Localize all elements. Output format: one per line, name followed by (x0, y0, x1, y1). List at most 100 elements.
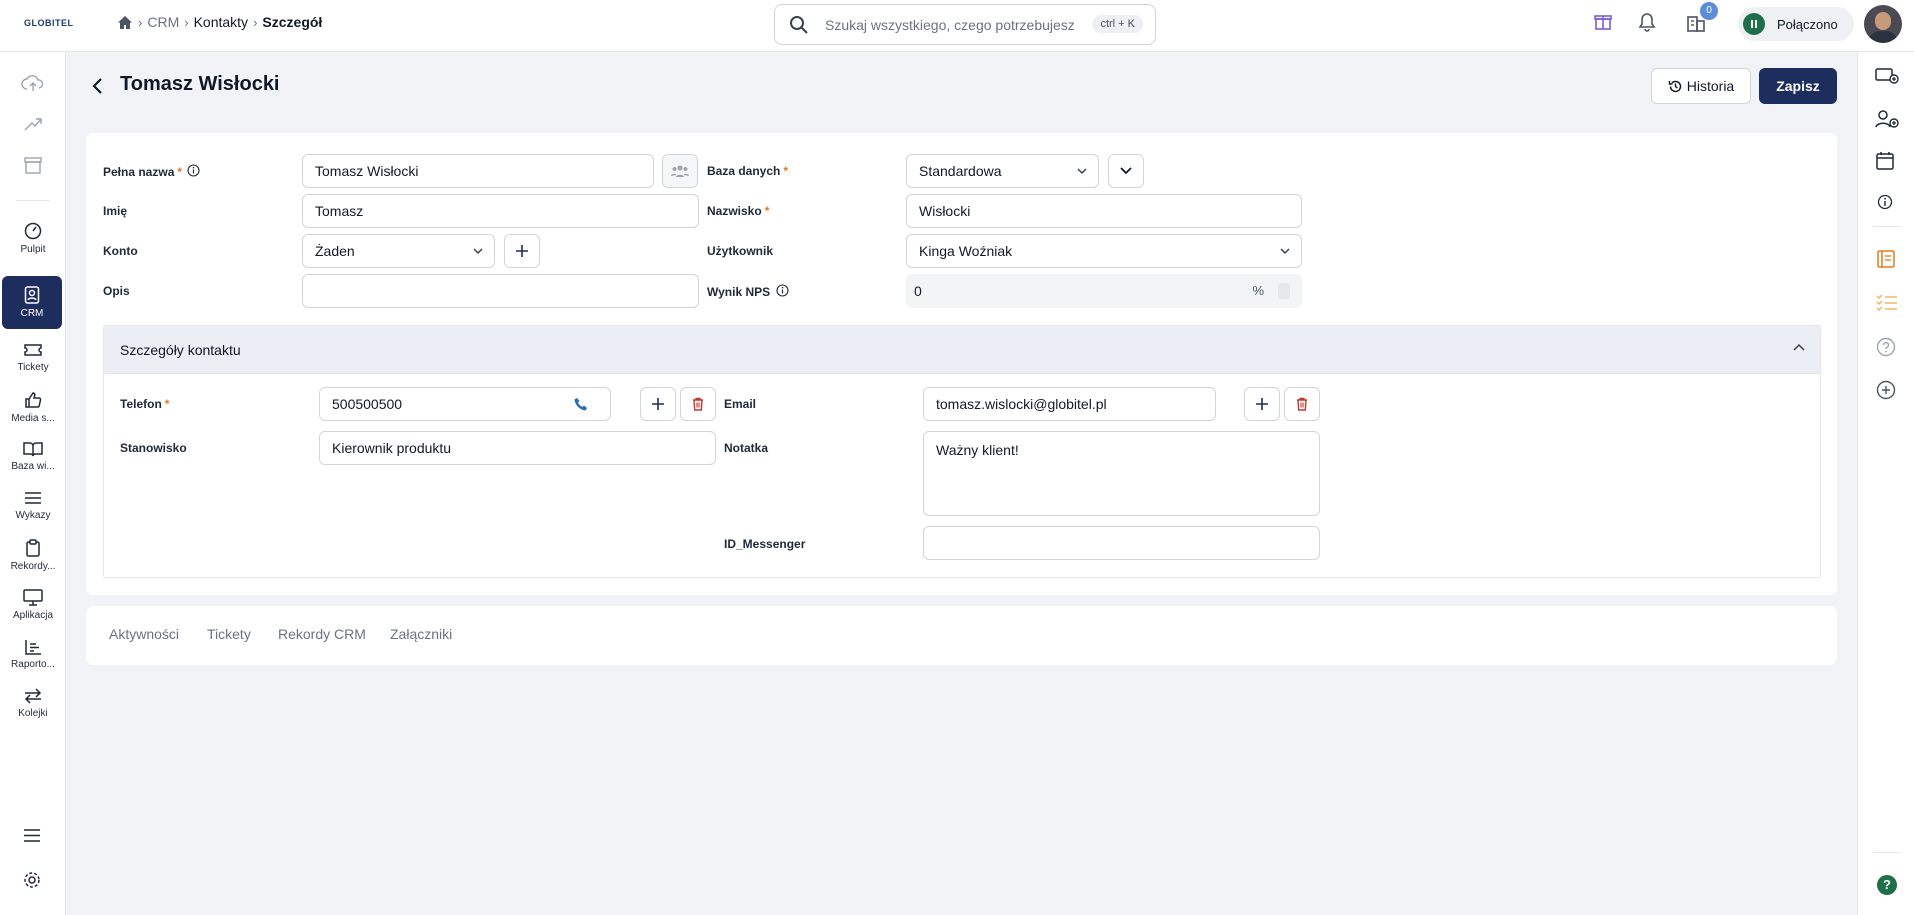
add-account-button[interactable] (504, 234, 540, 268)
info-icon[interactable] (1877, 194, 1893, 210)
user-add-icon[interactable] (1875, 109, 1899, 129)
nav-item-label: Tickety (17, 362, 49, 373)
plus-circle-icon[interactable] (1876, 380, 1896, 400)
messenger-field[interactable] (923, 526, 1320, 560)
history-label: Historia (1686, 78, 1735, 94)
position-label: Stanowisko (120, 441, 187, 455)
breadcrumb: › CRM › Kontakty › Szczegół (117, 14, 322, 30)
nav-item-label: Aplikacja (12, 610, 54, 621)
gear-icon[interactable] (23, 871, 41, 889)
nav-item-label: Rekordy... (10, 561, 56, 572)
full-name-field[interactable]: Tomasz Wisłocki (302, 154, 654, 188)
note-label: Notatka (724, 441, 769, 455)
merge-contacts-button[interactable] (662, 154, 698, 188)
bar-chart-icon (25, 640, 41, 655)
nav-item-rekordy[interactable]: Rekordy... (0, 539, 66, 572)
database-expand-button[interactable] (1108, 154, 1144, 188)
tab-tickety[interactable]: Tickety (207, 626, 251, 642)
nav-item-label: Pulpit (20, 244, 46, 255)
monitor-icon (23, 589, 43, 606)
thumbs-up-icon (25, 392, 42, 408)
contact-book-icon (24, 286, 40, 304)
phone-field[interactable]: 500500500 (319, 387, 611, 421)
section-title: Szczegóły kontaktu (120, 342, 241, 358)
nps-stepper[interactable] (1278, 283, 1290, 299)
nav-item-crm[interactable]: CRM (2, 276, 62, 329)
phone-icon[interactable] (574, 397, 588, 411)
user-label: Użytkownik (707, 244, 774, 258)
email-field[interactable]: tomasz.wislocki@globitel.pl (923, 387, 1216, 421)
top-bar: GLOBITEL › CRM › Kontakty › Szczegół Szu… (0, 0, 1914, 52)
info-icon[interactable] (776, 284, 790, 297)
first-name-label: Imię (103, 204, 128, 218)
position-field[interactable]: Kierownik produktu (319, 431, 716, 465)
left-sidebar: Pulpit CRM Tickety Media s... Baza wi...… (0, 52, 66, 915)
search-shortcut: ctrl + K (1092, 15, 1143, 33)
breadcrumb-crm[interactable]: CRM (147, 14, 179, 30)
delete-phone-button[interactable] (680, 387, 716, 421)
nps-unit: % (1252, 283, 1264, 298)
plus-icon (516, 245, 528, 257)
notification-badge: 0 (1700, 2, 1718, 20)
chevron-right-icon: › (253, 14, 258, 30)
nav-item-tickety[interactable]: Tickety (0, 342, 66, 373)
tab-zalaczniki[interactable]: Załączniki (390, 626, 452, 642)
archive-icon[interactable] (24, 157, 42, 174)
nav-item-label: Media s... (11, 413, 55, 424)
help-button[interactable]: ? (1877, 875, 1897, 895)
info-icon[interactable] (187, 164, 200, 177)
tab-rekordy-crm[interactable]: Rekordy CRM (278, 626, 366, 642)
bell-icon[interactable] (1638, 12, 1656, 32)
nav-item-label: Baza wi... (11, 461, 55, 472)
question-icon[interactable] (1876, 337, 1896, 357)
chevron-right-icon: › (184, 14, 189, 30)
breadcrumb-kontakty[interactable]: Kontakty (194, 14, 248, 30)
nav-item-kolejki[interactable]: Kolejki (0, 688, 66, 719)
add-email-button[interactable] (1244, 387, 1280, 421)
nav-item-media[interactable]: Media s... (0, 391, 66, 424)
menu-icon[interactable] (23, 828, 41, 843)
nav-item-aplikacja[interactable]: Aplikacja (0, 589, 66, 621)
people-icon (671, 165, 689, 177)
connection-status-label: Połączono (1777, 16, 1838, 32)
nav-item-baza-wiedzy[interactable]: Baza wi... (0, 441, 66, 472)
connection-status-toggle[interactable]: Połączono (1738, 7, 1854, 41)
notebook-icon[interactable] (1876, 249, 1896, 269)
nav-item-wykazy[interactable]: Wykazy (0, 490, 66, 521)
chevron-down-icon (1120, 167, 1132, 175)
global-search[interactable]: Szukaj wszystkiego, czego potrzebujesz c… (774, 4, 1156, 45)
calendar-icon[interactable] (1875, 151, 1895, 171)
nps-field[interactable]: 0 % (906, 274, 1302, 308)
description-label: Opis (103, 284, 130, 298)
user-avatar[interactable] (1864, 5, 1902, 43)
gift-icon[interactable] (1594, 12, 1612, 30)
checklist-icon[interactable] (1876, 293, 1898, 311)
cloud-upload-icon[interactable] (21, 74, 45, 92)
back-arrow-icon[interactable] (92, 77, 104, 95)
database-select[interactable]: Standardowa (906, 154, 1099, 188)
account-select[interactable]: Żaden (302, 234, 495, 268)
trash-icon (1297, 397, 1307, 411)
save-button[interactable]: Zapisz (1759, 68, 1837, 104)
ticket-add-icon[interactable] (1875, 66, 1899, 84)
add-phone-button[interactable] (640, 387, 676, 421)
history-button[interactable]: Historia (1651, 68, 1751, 104)
contact-details-header[interactable]: Szczegóły kontaktu (104, 326, 1820, 374)
last-name-field[interactable]: Wisłocki (906, 194, 1302, 228)
logo[interactable]: GLOBITEL (24, 18, 74, 28)
tab-aktywnosci[interactable]: Aktywności (109, 626, 179, 642)
account-label: Konto (103, 244, 138, 258)
trash-icon (693, 397, 703, 411)
note-textarea[interactable]: Ważny klient! (923, 431, 1320, 516)
description-field[interactable] (302, 274, 699, 308)
delete-email-button[interactable] (1284, 387, 1320, 421)
search-icon (790, 16, 808, 34)
trending-up-icon[interactable] (23, 116, 43, 132)
ticket-icon (24, 344, 42, 356)
user-select[interactable]: Kinga Woźniak (906, 234, 1302, 268)
home-icon[interactable] (117, 15, 133, 30)
email-label: Email (724, 397, 757, 411)
first-name-field[interactable]: Tomasz (302, 194, 699, 228)
nav-item-pulpit[interactable]: Pulpit (0, 222, 66, 255)
nav-item-raporty[interactable]: Raporto... (0, 639, 66, 670)
